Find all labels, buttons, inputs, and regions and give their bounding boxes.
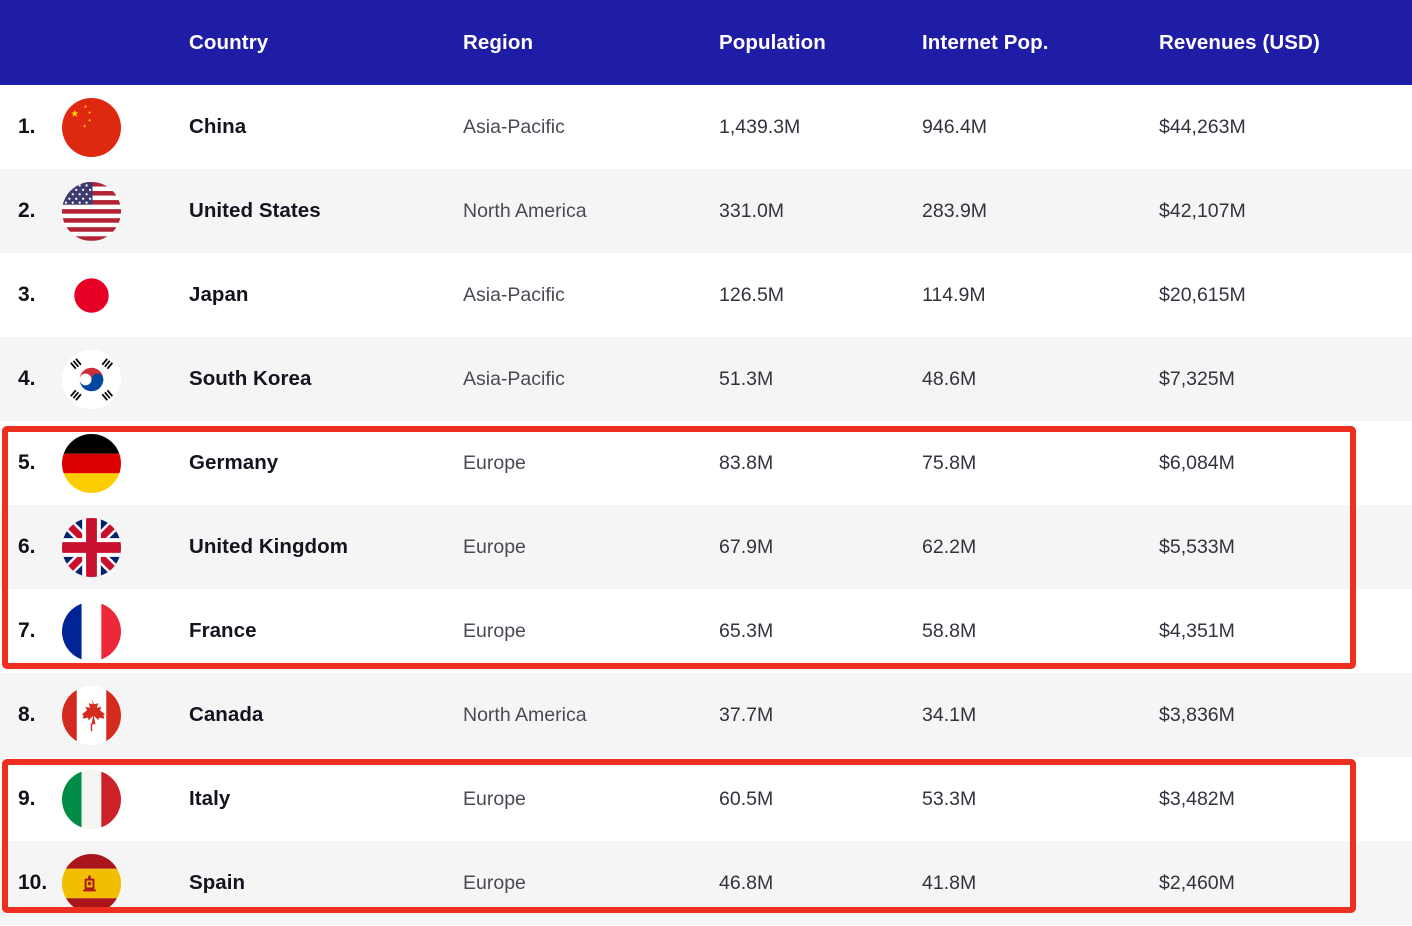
column-header-internet-pop[interactable]: Internet Pop.: [922, 31, 1159, 55]
internet-pop-value: 48.6M: [922, 367, 977, 390]
country-name: Germany: [189, 451, 279, 474]
internet-pop-value: 114.9M: [922, 283, 986, 306]
revenues-value: $7,325M: [1159, 367, 1235, 390]
country-name: United Kingdom: [189, 535, 348, 558]
rank-number: 9.: [18, 787, 36, 810]
revenues-value: $5,533M: [1159, 535, 1235, 558]
country-ranking-table: Country Region Population Internet Pop. …: [0, 0, 1412, 926]
table-body: 1. China Asia-Pacific 1,439.3M 946.4M $44,263…: [0, 85, 1412, 925]
rank-number: 7.: [18, 619, 36, 642]
internet-pop-value: 58.8M: [922, 619, 977, 642]
rank-cell: 8.: [0, 673, 189, 757]
rank-number: 2.: [18, 199, 36, 222]
table-row[interactable]: 7. France Europe 65.3M 58.8M $4,351M: [0, 589, 1412, 673]
table-row[interactable]: 8. Canada North America 37.7M 34.1M $3,836M: [0, 673, 1412, 757]
region-value: Asia-Pacific: [463, 115, 565, 138]
rank-number: 1.: [18, 115, 36, 138]
rank-number: 3.: [18, 283, 36, 306]
internet-pop-value: 946.4M: [922, 115, 988, 138]
country-name: Spain: [189, 871, 246, 894]
revenues-value: $3,836M: [1159, 703, 1235, 726]
table-row[interactable]: 6. United Kingdom Europe 67.9M 62.2M $5,533M: [0, 505, 1412, 589]
revenues-value: $44,263M: [1159, 115, 1246, 138]
country-name: United States: [189, 199, 321, 222]
population-value: 83.8M: [719, 451, 774, 474]
rank-cell: 10.: [0, 841, 189, 925]
region-value: Europe: [463, 451, 526, 474]
internet-pop-value: 75.8M: [922, 451, 977, 474]
column-header-country[interactable]: Country: [189, 31, 463, 55]
rank-number: 5.: [18, 451, 36, 474]
flag-germany-icon: [62, 433, 121, 493]
region-value: Europe: [463, 535, 526, 558]
rank-cell: 3.: [0, 253, 189, 337]
population-value: 331.0M: [719, 199, 785, 222]
internet-pop-value: 34.1M: [922, 703, 977, 726]
internet-pop-value: 41.8M: [922, 871, 977, 894]
country-name: South Korea: [189, 367, 312, 390]
revenues-value: $42,107M: [1159, 199, 1246, 222]
rank-cell: 5.: [0, 421, 189, 505]
flag-canada-icon: [62, 685, 121, 745]
column-header-revenues[interactable]: Revenues (USD): [1159, 31, 1412, 55]
rank-cell: 4.: [0, 337, 189, 421]
flag-south-korea-icon: [62, 349, 121, 409]
flag-united-states-icon: [62, 181, 121, 241]
revenues-value: $6,084M: [1159, 451, 1235, 474]
population-value: 60.5M: [719, 787, 774, 810]
region-value: Europe: [463, 871, 526, 894]
table-row[interactable]: 10. Spain Europe 46.8M 41.8M $2,460M: [0, 841, 1412, 925]
population-value: 1,439.3M: [719, 115, 801, 138]
population-value: 37.7M: [719, 703, 774, 726]
table-header-row: Country Region Population Internet Pop. …: [0, 0, 1412, 85]
table-row[interactable]: 5. Germany Europe 83.8M 75.8M $6,084M: [0, 421, 1412, 505]
revenues-value: $4,351M: [1159, 619, 1235, 642]
country-name: Italy: [189, 787, 231, 810]
table-row[interactable]: 1. China Asia-Pacific 1,439.3M 946.4M $44,263…: [0, 85, 1412, 169]
column-header-region[interactable]: Region: [463, 31, 719, 55]
population-value: 46.8M: [719, 871, 774, 894]
internet-pop-value: 53.3M: [922, 787, 977, 810]
flag-france-icon: [62, 601, 121, 661]
revenues-value: $20,615M: [1159, 283, 1246, 306]
region-value: North America: [463, 199, 587, 222]
region-value: Europe: [463, 787, 526, 810]
internet-pop-value: 62.2M: [922, 535, 977, 558]
rank-cell: 9.: [0, 757, 189, 841]
rank-number: 8.: [18, 703, 36, 726]
table-row[interactable]: 9. Italy Europe 60.5M 53.3M $3,482M: [0, 757, 1412, 841]
country-name: France: [189, 619, 257, 642]
country-name: Japan: [189, 283, 249, 306]
flag-spain-icon: [62, 853, 121, 913]
population-value: 65.3M: [719, 619, 774, 642]
flag-italy-icon: [62, 769, 121, 829]
region-value: Europe: [463, 619, 526, 642]
flag-united-kingdom-icon: [62, 517, 121, 577]
region-value: Asia-Pacific: [463, 367, 565, 390]
region-value: North America: [463, 703, 587, 726]
table-row[interactable]: 4. South Korea Asia-Pacific 51.3M 48.6M $7,32…: [0, 337, 1412, 421]
rank-cell: 7.: [0, 589, 189, 673]
internet-pop-value: 283.9M: [922, 199, 988, 222]
table-row[interactable]: 2. United States North America 331.0M 283.9M…: [0, 169, 1412, 253]
revenues-value: $3,482M: [1159, 787, 1235, 810]
rank-number: 4.: [18, 367, 36, 390]
population-value: 51.3M: [719, 367, 774, 390]
flag-japan-icon: [62, 265, 121, 325]
column-header-population[interactable]: Population: [719, 31, 922, 55]
country-name: China: [189, 115, 247, 138]
population-value: 67.9M: [719, 535, 774, 558]
country-name: Canada: [189, 703, 264, 726]
flag-china-icon: [62, 97, 121, 157]
region-value: Asia-Pacific: [463, 283, 565, 306]
rank-cell: 6.: [0, 505, 189, 589]
rank-number: 6.: [18, 535, 36, 558]
rank-number: 10.: [18, 871, 48, 894]
table-row[interactable]: 3. Japan Asia-Pacific 126.5M 114.9M $20,615M: [0, 253, 1412, 337]
population-value: 126.5M: [719, 283, 785, 306]
revenues-value: $2,460M: [1159, 871, 1235, 894]
rank-cell: 2.: [0, 169, 189, 253]
rank-cell: 1.: [0, 85, 189, 169]
